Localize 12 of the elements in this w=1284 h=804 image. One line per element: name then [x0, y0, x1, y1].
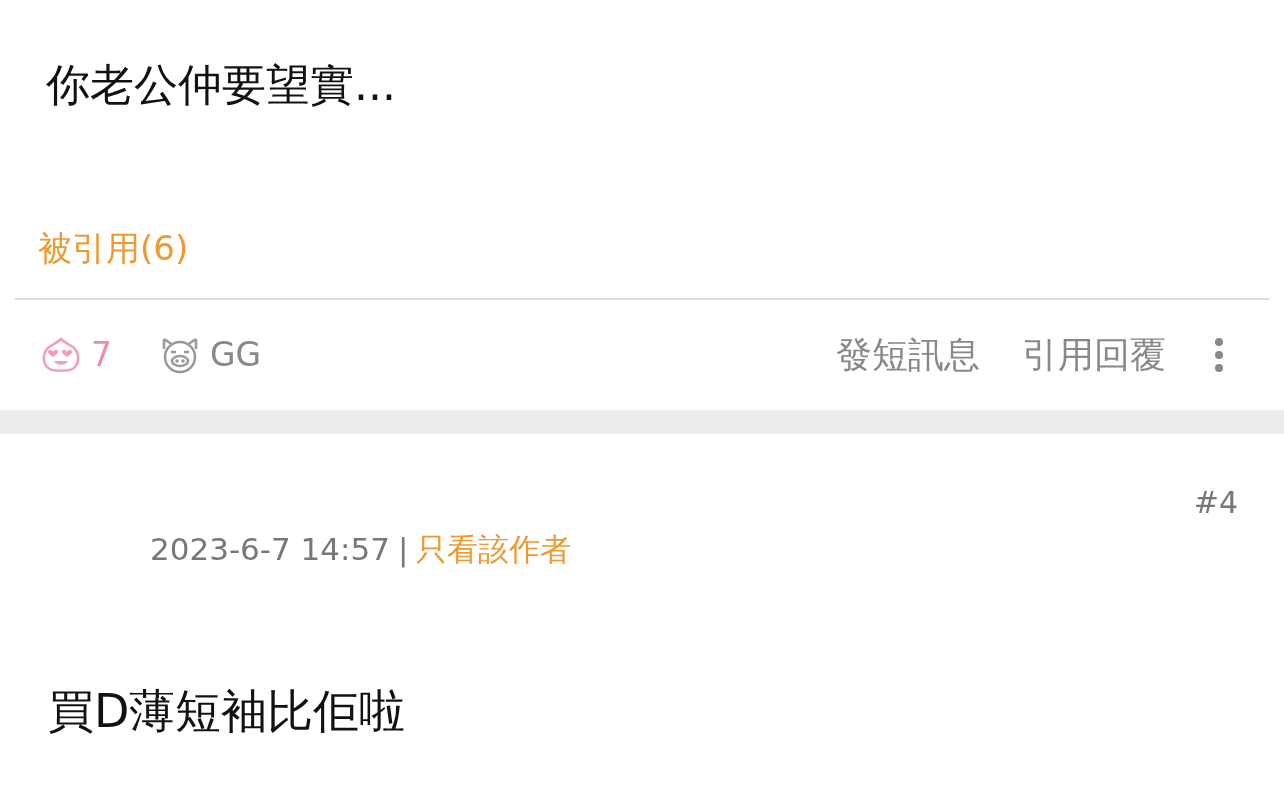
- action-link[interactable]: 引用回覆: [1022, 328, 1166, 382]
- post-text: 買D薄短袖比佢啦: [48, 684, 406, 738]
- action-link[interactable]: 發短訊息: [836, 328, 980, 382]
- quoted-by-link[interactable]: 被引用(6): [38, 228, 189, 268]
- post-date: 2023-6-7 14:57: [150, 529, 390, 569]
- separator: |: [397, 529, 409, 570]
- floor-number: #4: [1193, 484, 1238, 522]
- more-icon[interactable]: [1214, 337, 1224, 373]
- like-count: 7: [91, 334, 112, 377]
- post-text: 你老公仲要望實...: [45, 58, 397, 112]
- author-only-link[interactable]: 只看該作者: [416, 525, 572, 573]
- dislike-count: GG: [210, 334, 262, 377]
